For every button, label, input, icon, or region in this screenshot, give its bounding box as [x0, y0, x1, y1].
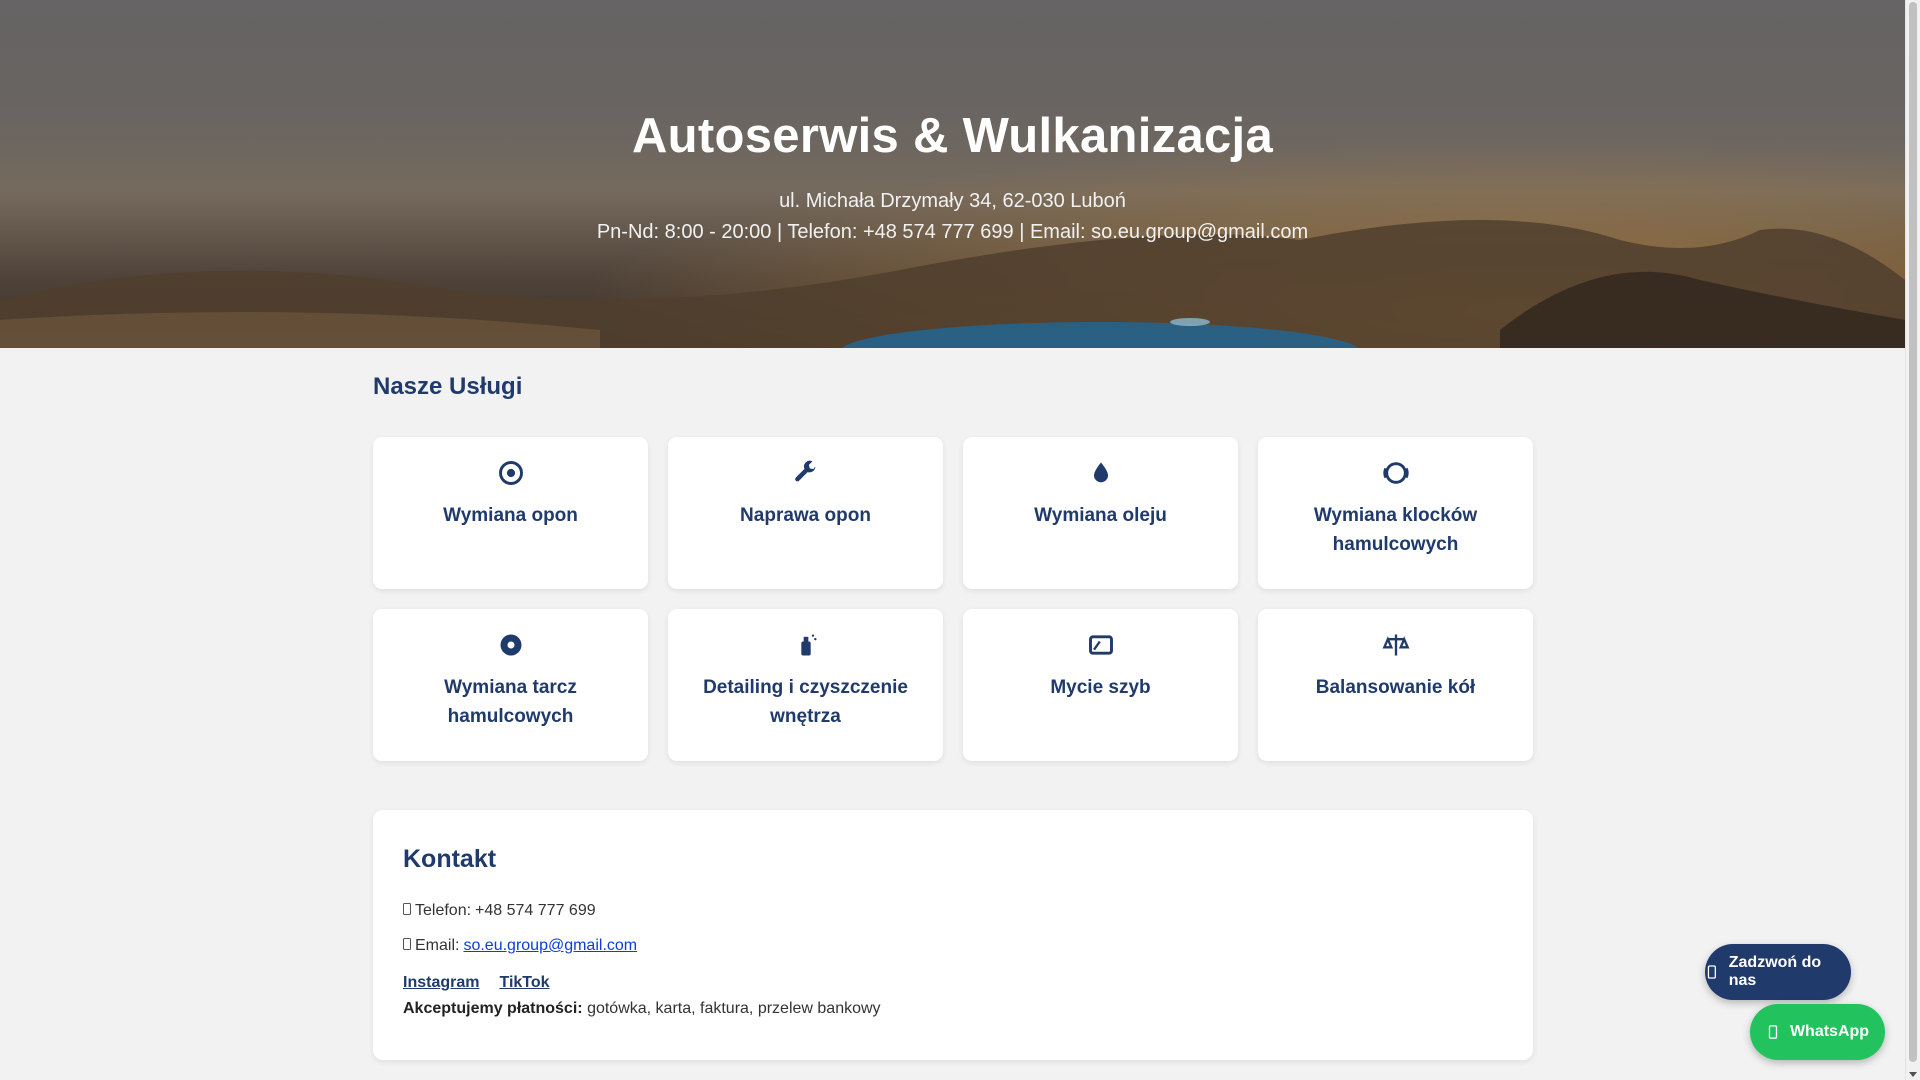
- contact-email: Email: so.eu.group@gmail.com: [403, 937, 637, 955]
- service-card-tire-repair[interactable]: Naprawa opon: [668, 437, 943, 589]
- contact-phone: Telefon: +48 574 777 699: [403, 902, 596, 920]
- service-card-oil[interactable]: Wymiana oleju: [963, 437, 1238, 589]
- wrench-icon: [668, 459, 943, 489]
- service-card-brake-pads[interactable]: Wymiana klocków hamulcowych: [1258, 437, 1533, 589]
- scrollbar-thumb[interactable]: [1909, 2, 1917, 1062]
- service-card-brake-discs[interactable]: Wymiana tarcz hamulcowych: [373, 609, 648, 761]
- whatsapp-button[interactable]: WhatsApp: [1750, 1004, 1885, 1060]
- service-label: Naprawa opon: [740, 505, 871, 526]
- instagram-link[interactable]: Instagram: [403, 974, 479, 992]
- call-us-button[interactable]: Zadzwoń do nas: [1705, 944, 1851, 1000]
- business-hours-contact: Pn-Nd: 8:00 - 20:00 | Telefon: +48 574 7…: [596, 221, 1309, 243]
- window-icon: [963, 631, 1238, 661]
- service-card-tires[interactable]: Wymiana opon: [373, 437, 648, 589]
- business-address: ul. Michała Drzymały 34, 62-030 Luboń: [779, 190, 1126, 212]
- page-title: Autoserwis & Wulkanizacja: [631, 109, 1274, 163]
- service-label: Wymiana klocków hamulcowych: [1313, 505, 1478, 555]
- whatsapp-icon: [1768, 1025, 1778, 1039]
- hero-banner: Autoserwis & Wulkanizacja ul. Michała Dr…: [0, 0, 1905, 348]
- payment-label: Akceptujemy płatności:: [403, 1000, 583, 1017]
- hero-background-image: [0, 0, 1905, 348]
- email-label: Email:: [415, 937, 460, 954]
- contact-section: Kontakt Telefon: +48 574 777 699 Email: …: [373, 810, 1533, 1060]
- service-label: Detailing i czyszczenie wnętrza: [703, 677, 908, 727]
- email-link[interactable]: so.eu.group@gmail.com: [463, 937, 637, 955]
- disc-icon: [373, 631, 648, 661]
- payment-list: gotówka, karta, faktura, przelew bankowy: [587, 1000, 881, 1017]
- phone-number: +48 574 777 699: [475, 902, 596, 919]
- phone-icon: [1707, 965, 1716, 979]
- phone-icon: [403, 902, 413, 920]
- oil-icon: [963, 459, 1238, 489]
- tire-icon: [373, 459, 648, 489]
- scroll-down-arrow-icon[interactable]: [1909, 1072, 1917, 1077]
- service-label: Wymiana oleju: [1034, 505, 1167, 526]
- service-card-detailing[interactable]: Detailing i czyszczenie wnętrza: [668, 609, 943, 761]
- service-label: Mycie szyb: [1050, 677, 1151, 698]
- services-heading: Nasze Usługi: [373, 373, 523, 400]
- phone-label: Telefon:: [415, 902, 472, 919]
- service-label: Balansowanie kół: [1315, 677, 1476, 698]
- service-label: Wymiana tarcz hamulcowych: [444, 677, 577, 727]
- tiktok-link[interactable]: TikTok: [499, 974, 549, 992]
- envelope-icon: [403, 937, 413, 955]
- balance-icon: [1258, 631, 1533, 661]
- brake-icon: [1258, 459, 1533, 489]
- service-card-wheel-balancing[interactable]: Balansowanie kół: [1258, 609, 1533, 761]
- page-scrollbar[interactable]: [1905, 0, 1920, 1080]
- spray-icon: [668, 631, 943, 661]
- service-label: Wymiana opon: [443, 505, 578, 526]
- call-us-label: Zadzwoń do nas: [1728, 954, 1822, 989]
- service-card-window-wash[interactable]: Mycie szyb: [963, 609, 1238, 761]
- social-links: Instagram TikTok: [403, 974, 550, 992]
- contact-heading: Kontakt: [403, 845, 497, 873]
- whatsapp-label: WhatsApp: [1789, 1023, 1870, 1040]
- payment-methods: Akceptujemy płatności: gotówka, karta, f…: [403, 1000, 881, 1018]
